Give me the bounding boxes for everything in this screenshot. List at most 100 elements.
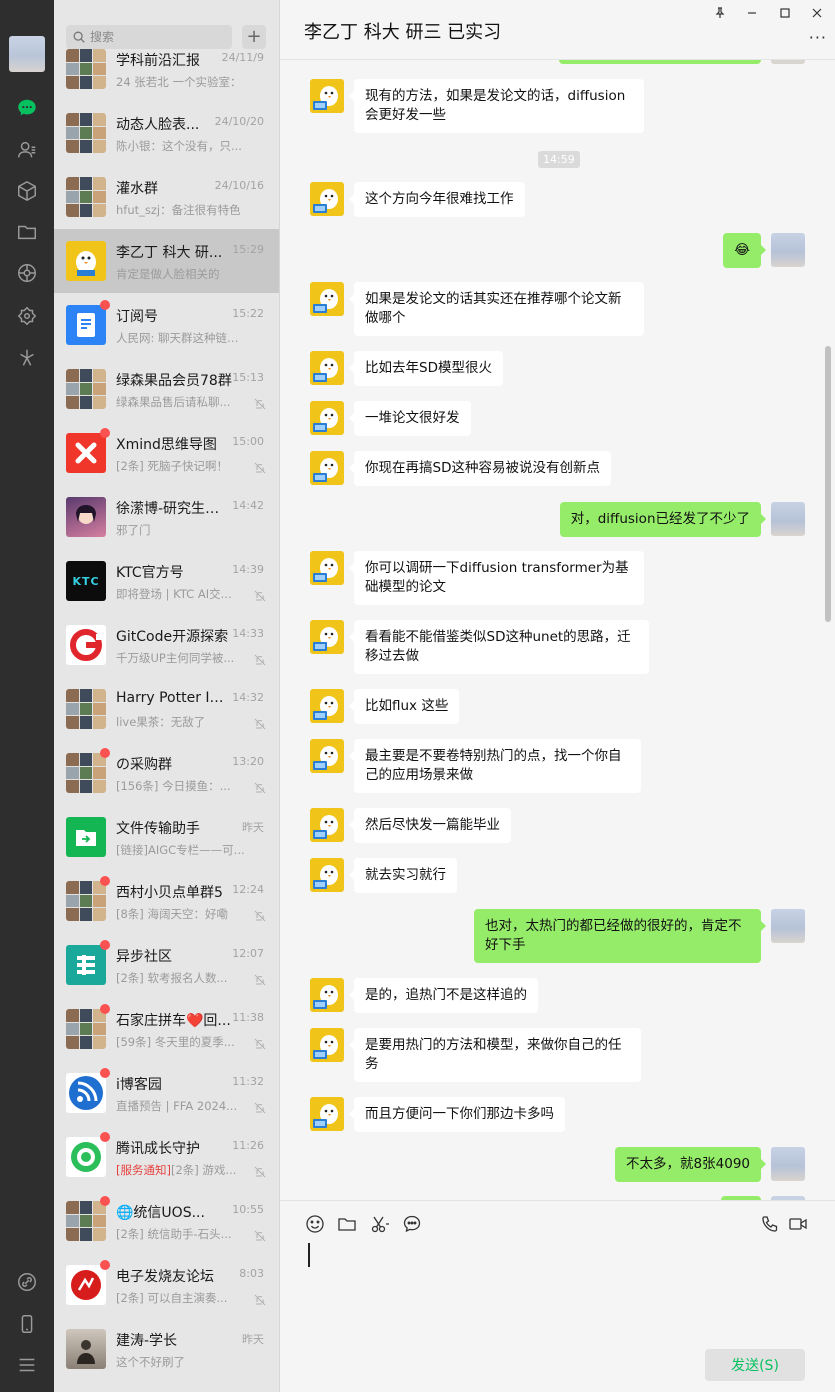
message-bubble[interactable]: 一堆论文很好发 [349, 401, 471, 436]
contact-avatar[interactable] [310, 978, 344, 1012]
message-bubble[interactable]: 看看能不能借鉴类似SD这种unet的思路，迁移过去做 [349, 620, 649, 674]
contact-avatar[interactable] [310, 351, 344, 385]
session-item[interactable]: 电子发烧友论坛 8:03 [2条] 可以自主演奏... [54, 1253, 279, 1317]
session-time: 11:38 [232, 1011, 264, 1024]
contact-avatar[interactable] [310, 739, 344, 773]
my-avatar[interactable] [9, 36, 45, 72]
contact-avatar[interactable] [310, 551, 344, 585]
message-bubble[interactable]: 对，diffusion已经发了不少了 [559, 502, 767, 537]
message-bubble[interactable]: 也对，太热门的都已经做的很好的，肯定不好下手 [474, 909, 766, 963]
contact-avatar[interactable] [310, 620, 344, 654]
channels-icon[interactable] [15, 346, 39, 370]
message-bubble[interactable]: 然后尽快发一篇能毕业 [349, 808, 511, 843]
close-icon[interactable] [807, 4, 827, 22]
pin-icon[interactable] [710, 4, 730, 22]
session-item[interactable]: i博客园 11:32 直播预告 | FFA 2024... [54, 1061, 279, 1125]
folder-icon[interactable] [15, 220, 39, 244]
session-item[interactable]: 异步社区 12:07 [2条] 软考报名人数... [54, 933, 279, 997]
contact-avatar[interactable] [310, 79, 344, 113]
session-item[interactable]: 绿森果品会员78群 15:13 绿森果品售后请私聊... [54, 357, 279, 421]
message-bubble[interactable]: 现有的方法，如果是发论文的话，diffusion会更好发一些 [349, 79, 644, 133]
session-item[interactable]: 腾讯成长守护 11:26 [服务通知][2条] 游戏... [54, 1125, 279, 1189]
message-bubble[interactable]: 你可以调研一下diffusion transformer为基础模型的论文 [349, 551, 644, 605]
message-bubble[interactable]: 😂 [723, 233, 766, 268]
contact-avatar[interactable] [310, 182, 344, 216]
mute-icon [254, 715, 266, 730]
session-item[interactable]: Xmind思维导图 15:00 [2条] 死脑子快记啊！ [54, 421, 279, 485]
session-item[interactable]: 徐潆博-研究生同... 14:42 邪了门 [54, 485, 279, 549]
session-item[interactable]: 李乙丁 科大 研... 15:29 肯定是做人脸相关的 [54, 229, 279, 293]
search-input[interactable] [90, 30, 220, 44]
session-item[interactable]: 西村小贝点单群5 12:24 [8条] 海阔天空：好嘞 [54, 869, 279, 933]
session-item[interactable]: 建涛-学长 昨天 这个不好刷了 [54, 1317, 279, 1381]
my-avatar[interactable] [771, 909, 805, 943]
contact-avatar[interactable] [310, 1097, 344, 1131]
mute-icon [254, 971, 266, 986]
emoji-icon[interactable] [304, 1213, 326, 1235]
add-button[interactable]: + [242, 25, 266, 49]
folder-icon[interactable] [336, 1213, 358, 1235]
contact-avatar[interactable] [310, 689, 344, 723]
session-item[interactable]: 石家庄拼车❤️回... 11:38 [59条] 冬天里的夏季... [54, 997, 279, 1061]
message-bubble[interactable]: 是要用热门的方法和模型，来做你自己的任务 [349, 1028, 641, 1082]
message-bubble[interactable]: 是的，追热门不是这样追的 [349, 978, 538, 1013]
menu-icon[interactable] [15, 1353, 39, 1377]
moments-icon[interactable] [15, 261, 39, 285]
cube-icon[interactable] [15, 179, 39, 203]
link-icon[interactable] [15, 1270, 39, 1294]
minimize-icon[interactable] [742, 4, 762, 22]
message-bubble[interactable]: 比如flux 这些 [348, 689, 460, 724]
message-bubble[interactable]: 而且方便问一下你们那边卡多吗 [349, 1097, 565, 1132]
session-avatar [66, 305, 106, 345]
session-item[interactable]: Harry Potter IM... 14:32 live果茶：无敌了 [54, 677, 279, 741]
session-item[interactable]: KTC KTC官方号 14:39 即将登场 | KTC AI交... [54, 549, 279, 613]
session-preview: [2条] 软考报名人数... [116, 970, 248, 986]
search-box[interactable] [66, 25, 232, 49]
session-preview: 直播预告 | FFA 2024... [116, 1098, 248, 1114]
phone-icon[interactable] [15, 1312, 39, 1336]
session-preview-text: [59条] 冬天里的夏季... [116, 1035, 235, 1049]
more-options-button[interactable]: ··· [809, 28, 827, 47]
chat-icon[interactable] [15, 96, 39, 120]
contact-avatar[interactable] [310, 451, 344, 485]
screenshot-scissors-icon[interactable] [369, 1213, 391, 1235]
session-name: 腾讯成长守护 [116, 1141, 200, 1157]
message-bubble[interactable]: 最主要是不要卷特别热门的点，找一个你自己的应用场景来做 [349, 739, 641, 793]
session-item[interactable]: 🌐统信UOS... 10:55 [2条] 统信助手-石头... [54, 1189, 279, 1253]
my-avatar[interactable] [771, 233, 805, 267]
message-bubble[interactable]: 比如去年SD模型很火 [349, 351, 503, 386]
contact-avatar[interactable] [310, 282, 344, 316]
session-item[interactable]: 文件传输助手 昨天 [链接]AIGC专栏——可... [54, 805, 279, 869]
unread-dot [100, 1260, 110, 1270]
message-input[interactable] [304, 1241, 814, 1351]
contact-avatar[interactable] [310, 401, 344, 435]
session-item[interactable]: 灌水群 24/10/16 hfut_szj：备注很有特色 [54, 165, 279, 229]
message-bubble[interactable]: 你现在再搞SD这种容易被说没有创新点 [349, 451, 611, 486]
message-bubble[interactable]: 这个方向今年很难找工作 [349, 182, 525, 217]
voice-call-icon[interactable] [759, 1213, 781, 1235]
video-call-icon[interactable] [787, 1213, 809, 1235]
session-item[interactable]: GitCode开源探索 14:33 千万级UP主何同学被... [54, 613, 279, 677]
my-avatar [771, 60, 805, 64]
session-preview: 陈小银：这个没有，只... [116, 138, 248, 154]
message-bubble[interactable]: 如果是发论文的话其实还在推荐哪个论文新做哪个 [349, 282, 644, 336]
session-avatar [66, 1265, 106, 1305]
message-bubble[interactable]: 不太多，就8张4090 [615, 1147, 766, 1182]
session-item[interactable]: の采购群 13:20 [156条] 今日摸鱼：... [54, 741, 279, 805]
maximize-icon[interactable] [775, 4, 795, 22]
contacts-icon[interactable] [15, 138, 39, 162]
scrollbar[interactable] [825, 346, 831, 622]
mini-program-icon[interactable] [15, 304, 39, 328]
message-bubble[interactable]: 就去实习就行 [349, 858, 457, 893]
session-item[interactable]: 订阅号 15:22 人民网: 聊天群这种链接... [54, 293, 279, 357]
session-avatar [66, 881, 106, 921]
contact-avatar[interactable] [310, 858, 344, 892]
session-avatar [66, 689, 106, 729]
my-avatar[interactable] [771, 502, 805, 536]
chat-history-icon[interactable] [401, 1213, 423, 1235]
contact-avatar[interactable] [310, 808, 344, 842]
send-button[interactable]: 发送(S) [705, 1349, 805, 1381]
my-avatar[interactable] [771, 1147, 805, 1181]
session-item[interactable]: 动态人脸表... 24/10/20 陈小银：这个没有，只... [54, 101, 279, 165]
contact-avatar[interactable] [310, 1028, 344, 1062]
